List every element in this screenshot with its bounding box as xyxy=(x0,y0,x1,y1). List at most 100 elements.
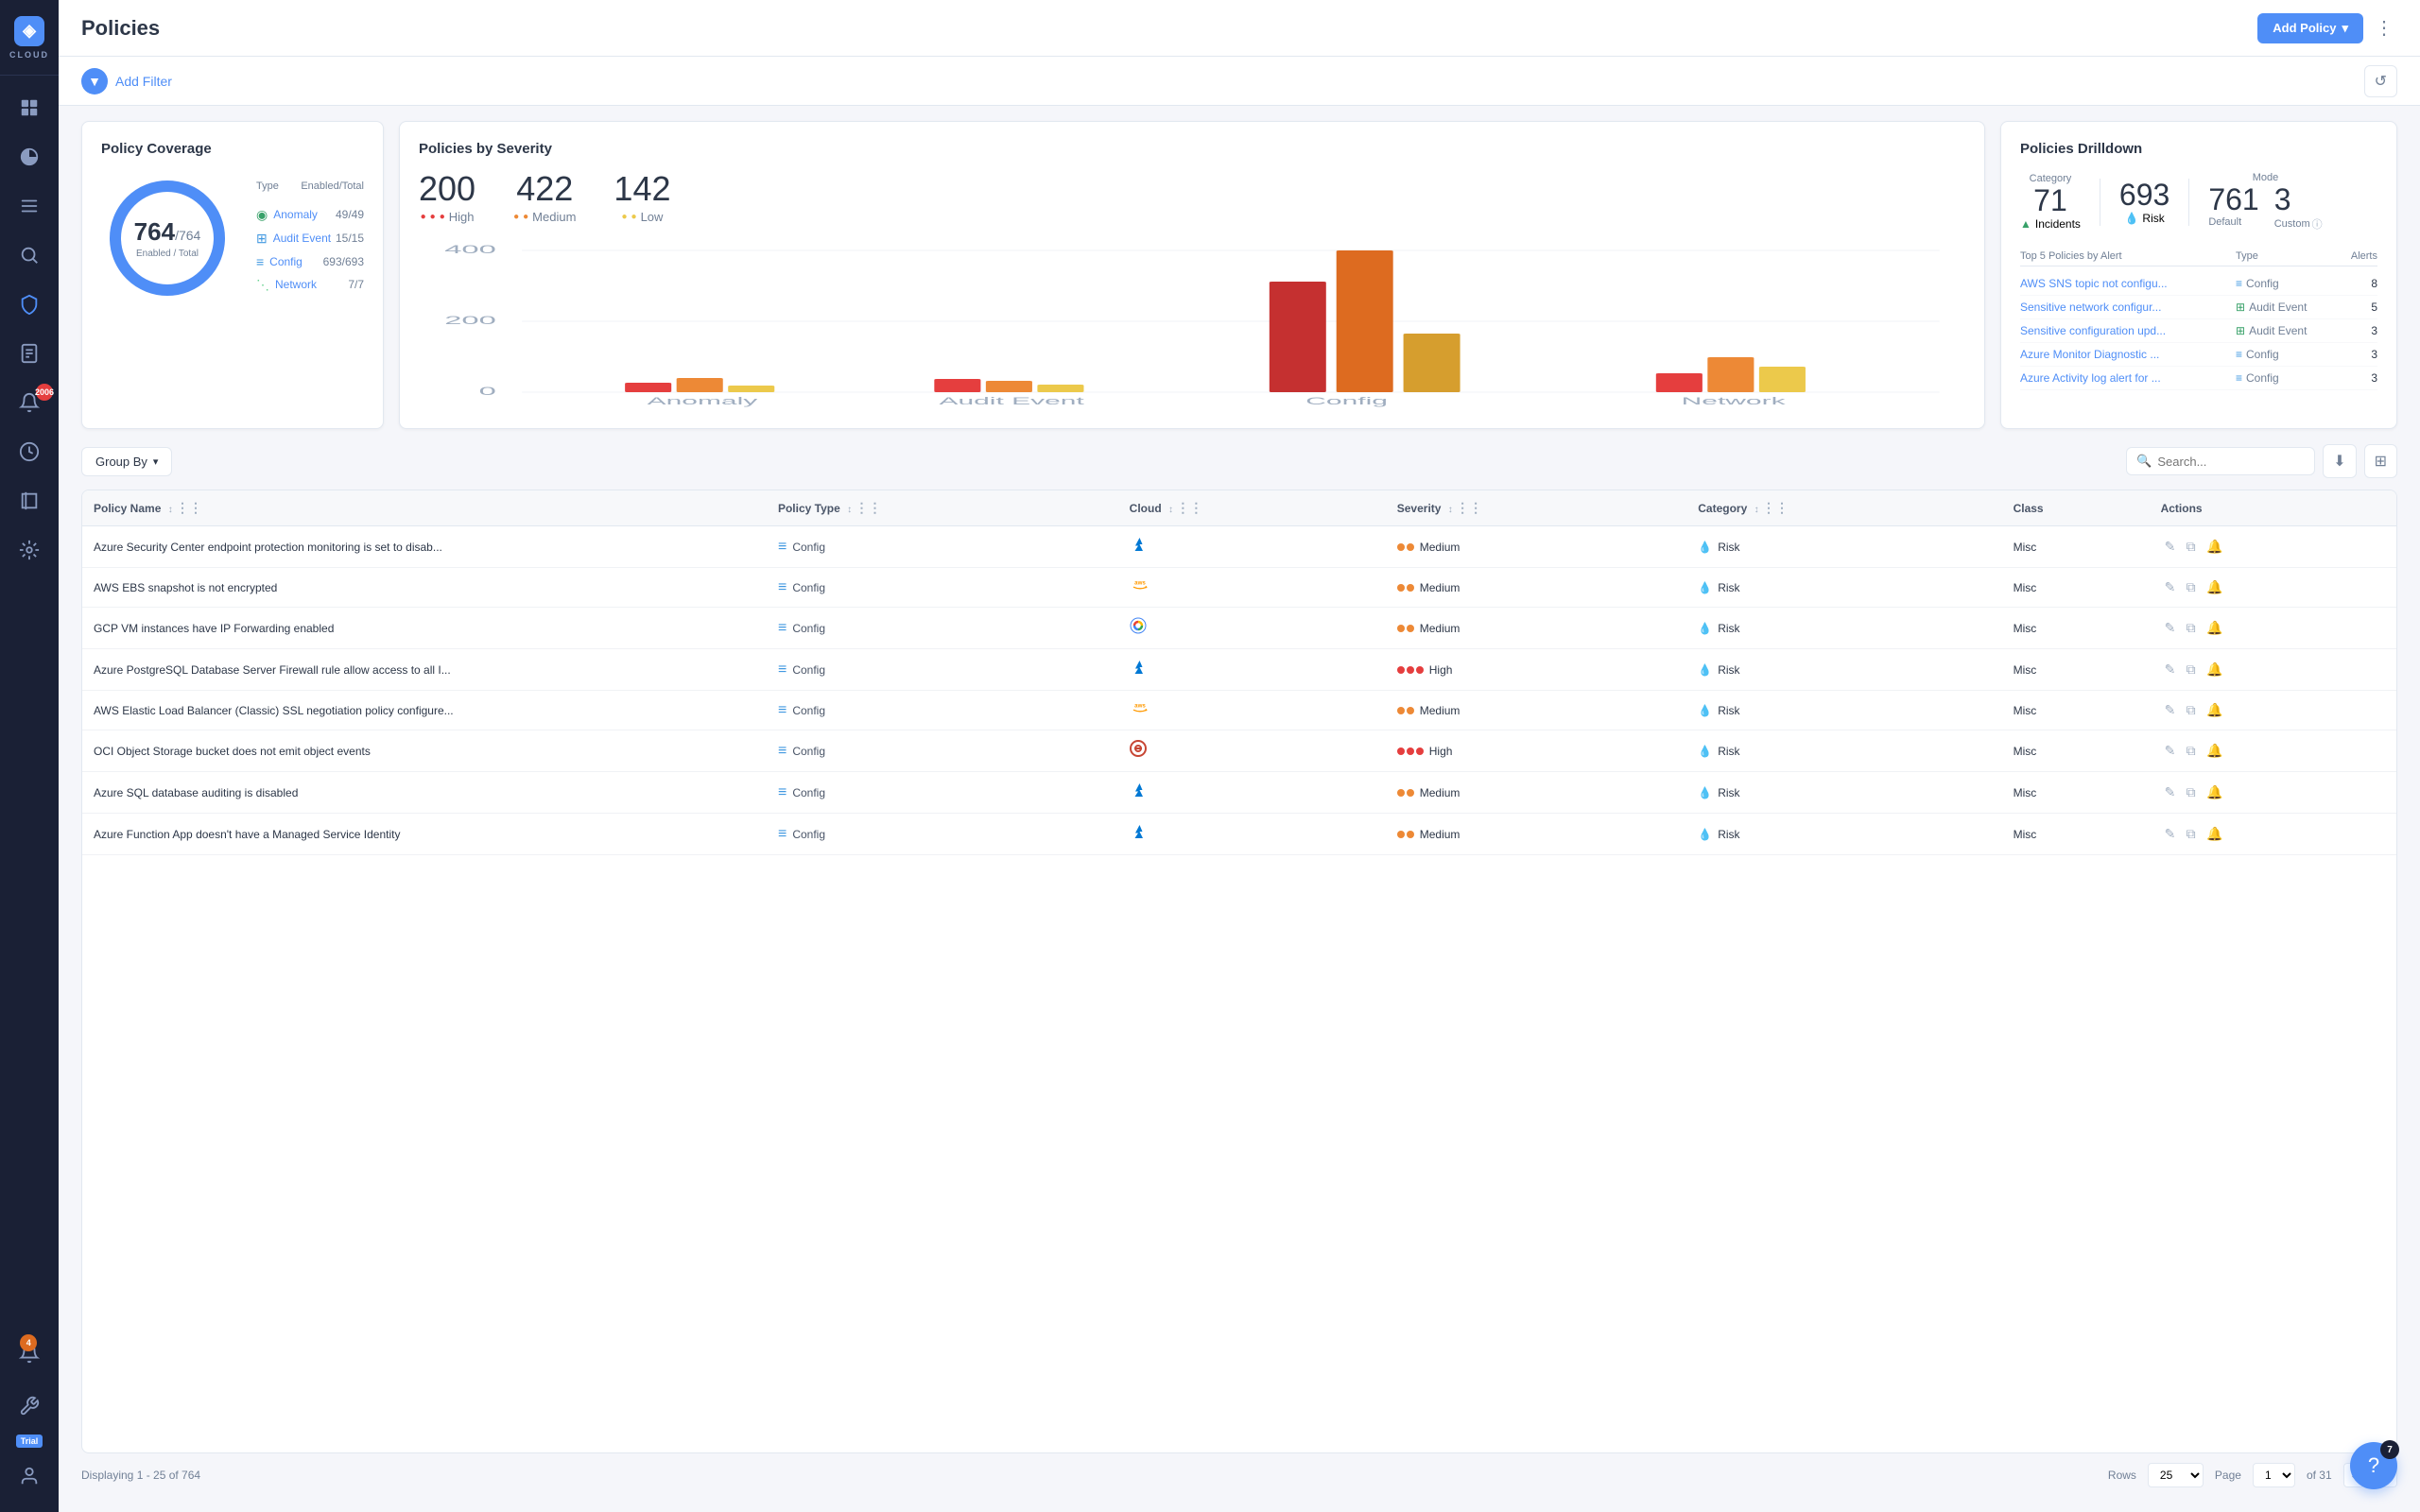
column-toggle-button[interactable]: ⊞ xyxy=(2364,444,2397,478)
rows-per-page-select[interactable]: 25 50 100 xyxy=(2148,1463,2204,1487)
search-box[interactable]: 🔍 xyxy=(2126,447,2315,475)
col-category[interactable]: Category ↕ ⋮⋮ xyxy=(1686,490,2001,526)
risk-label: Risk xyxy=(2142,212,2164,225)
coverage-content: 764/764 Enabled / Total Type Enabled/Tot… xyxy=(101,172,364,304)
copy-button[interactable]: ⧉ xyxy=(2183,741,2200,761)
add-filter-label: Add Filter xyxy=(115,74,172,89)
sidebar-item-bell[interactable]: 4 xyxy=(16,1329,43,1378)
svg-text:aws: aws xyxy=(1134,703,1146,710)
coverage-col-type: Type xyxy=(256,180,279,192)
drilldown-policy-3[interactable]: Azure Monitor Diagnostic ... xyxy=(2020,348,2236,361)
actions-cell: ✎ ⧉ 🔔 xyxy=(2150,814,2396,855)
default-group: 761 Default xyxy=(2208,183,2258,232)
category-label: Risk xyxy=(1718,541,1739,554)
col-policy-name[interactable]: Policy Name ↕ ⋮⋮ xyxy=(82,490,767,526)
add-policy-button[interactable]: Add Policy ▾ xyxy=(2257,13,2363,43)
coverage-card-title: Policy Coverage xyxy=(101,141,364,157)
svg-text:400: 400 xyxy=(444,244,496,256)
sidebar-item-settings[interactable] xyxy=(0,525,59,575)
drilldown-type-1: ⊞ Audit Event xyxy=(2236,301,2330,314)
alert-button[interactable]: 🔔 xyxy=(2203,741,2226,761)
alert-button[interactable]: 🔔 xyxy=(2203,537,2226,557)
sidebar-nav: 2006 xyxy=(0,76,59,1329)
sidebar-item-report[interactable] xyxy=(0,329,59,378)
refresh-button[interactable]: ↺ xyxy=(2364,65,2397,97)
sidebar-item-search[interactable] xyxy=(0,231,59,280)
download-button[interactable]: ⬇ xyxy=(2323,444,2356,478)
col-cloud[interactable]: Cloud ↕ ⋮⋮ xyxy=(1118,490,1386,526)
col-severity[interactable]: Severity ↕ ⋮⋮ xyxy=(1386,490,1687,526)
edit-button[interactable]: ✎ xyxy=(2161,577,2180,597)
sidebar-item-dashboard[interactable] xyxy=(0,83,59,132)
add-filter-button[interactable]: ▼ Add Filter xyxy=(81,68,172,94)
col-class[interactable]: Class xyxy=(2002,490,2150,526)
copy-button[interactable]: ⧉ xyxy=(2183,782,2200,802)
page-number-select[interactable]: 1 xyxy=(2253,1463,2295,1487)
copy-button[interactable]: ⧉ xyxy=(2183,618,2200,638)
sidebar-item-analytics[interactable] xyxy=(0,132,59,181)
col-policy-type[interactable]: Policy Type ↕ ⋮⋮ xyxy=(767,490,1118,526)
default-count: 761 xyxy=(2208,183,2258,216)
group-by-button[interactable]: Group By ▾ xyxy=(81,447,172,476)
drilldown-policy-1[interactable]: Sensitive network configur... xyxy=(2020,301,2236,314)
drilldown-alerts-1: 5 xyxy=(2330,301,2377,314)
category-icon: 💧 xyxy=(1698,704,1712,717)
copy-button[interactable]: ⧉ xyxy=(2183,660,2200,679)
logo[interactable]: ◈ CLOUD xyxy=(0,0,59,76)
help-button[interactable]: ? 7 xyxy=(2350,1442,2397,1489)
copy-button[interactable]: ⧉ xyxy=(2183,700,2200,720)
alert-button[interactable]: 🔔 xyxy=(2203,618,2226,638)
severity-header: 200 ● ● ● High 422 ● ● Medium xyxy=(419,172,1965,224)
cloud-icon-gcp xyxy=(1130,617,1374,639)
category-label: Risk xyxy=(1718,622,1739,635)
search-input[interactable] xyxy=(2157,455,2305,469)
edit-button[interactable]: ✎ xyxy=(2161,741,2180,761)
table-section: Group By ▾ 🔍 ⬇ ⊞ Policy Name ↕ ⋮⋮ Policy… xyxy=(59,444,2420,1512)
alert-button[interactable]: 🔔 xyxy=(2203,824,2226,844)
alert-button[interactable]: 🔔 xyxy=(2203,577,2226,597)
alert-button[interactable]: 🔔 xyxy=(2203,700,2226,720)
edit-button[interactable]: ✎ xyxy=(2161,660,2180,679)
sidebar-item-list[interactable] xyxy=(0,181,59,231)
copy-button[interactable]: ⧉ xyxy=(2183,537,2200,557)
category-cell: 💧 Risk xyxy=(1686,730,2001,772)
coverage-row-anomaly: ◉ Anomaly 49/49 xyxy=(256,203,364,227)
cloud-cell xyxy=(1118,772,1386,814)
type-icon: ≡ xyxy=(778,784,786,801)
type-icon: ≡ xyxy=(778,826,786,843)
edit-button[interactable]: ✎ xyxy=(2161,700,2180,720)
drilldown-policy-0[interactable]: AWS SNS topic not configu... xyxy=(2020,277,2236,290)
sidebar-item-book[interactable] xyxy=(0,476,59,525)
sidebar-item-clock[interactable] xyxy=(0,427,59,476)
alert-button[interactable]: 🔔 xyxy=(2203,782,2226,802)
type-label: Config xyxy=(792,663,825,677)
class-cell: Misc xyxy=(2002,526,2150,568)
severity-cell: High xyxy=(1386,730,1687,772)
edit-button[interactable]: ✎ xyxy=(2161,782,2180,802)
edit-button[interactable]: ✎ xyxy=(2161,824,2180,844)
sidebar-item-tools[interactable] xyxy=(16,1382,43,1431)
alert-button[interactable]: 🔔 xyxy=(2203,660,2226,679)
edit-button[interactable]: ✎ xyxy=(2161,618,2180,638)
copy-button[interactable]: ⧉ xyxy=(2183,824,2200,844)
svg-text:Audit Event: Audit Event xyxy=(939,395,1084,406)
copy-button[interactable]: ⧉ xyxy=(2183,577,2200,597)
drilldown-alerts-3: 3 xyxy=(2330,348,2377,361)
header: Policies Add Policy ▾ ⋮ xyxy=(59,0,2420,57)
drilldown-type-3: ≡ Config xyxy=(2236,348,2330,361)
page-label: Page xyxy=(2215,1469,2241,1482)
drilldown-policy-2[interactable]: Sensitive configuration upd... xyxy=(2020,324,2236,337)
drilldown-alerts-0: 8 xyxy=(2330,277,2377,290)
policy-type-cell: ≡ Config xyxy=(767,772,1118,814)
sidebar-item-notifications-alerts[interactable]: 2006 xyxy=(0,378,59,427)
more-options-button[interactable]: ⋮ xyxy=(2371,12,2397,43)
drilldown-policy-4[interactable]: Azure Activity log alert for ... xyxy=(2020,371,2236,385)
config-count: 693/693 xyxy=(323,255,364,268)
cloud-cell xyxy=(1118,608,1386,649)
drilldown-type-0: ≡ Config xyxy=(2236,277,2330,290)
config-label: Config xyxy=(269,255,302,268)
edit-button[interactable]: ✎ xyxy=(2161,537,2180,557)
type-label: Config xyxy=(792,541,825,554)
sidebar-item-user[interactable] xyxy=(16,1452,43,1501)
sidebar-item-policies[interactable] xyxy=(0,280,59,329)
